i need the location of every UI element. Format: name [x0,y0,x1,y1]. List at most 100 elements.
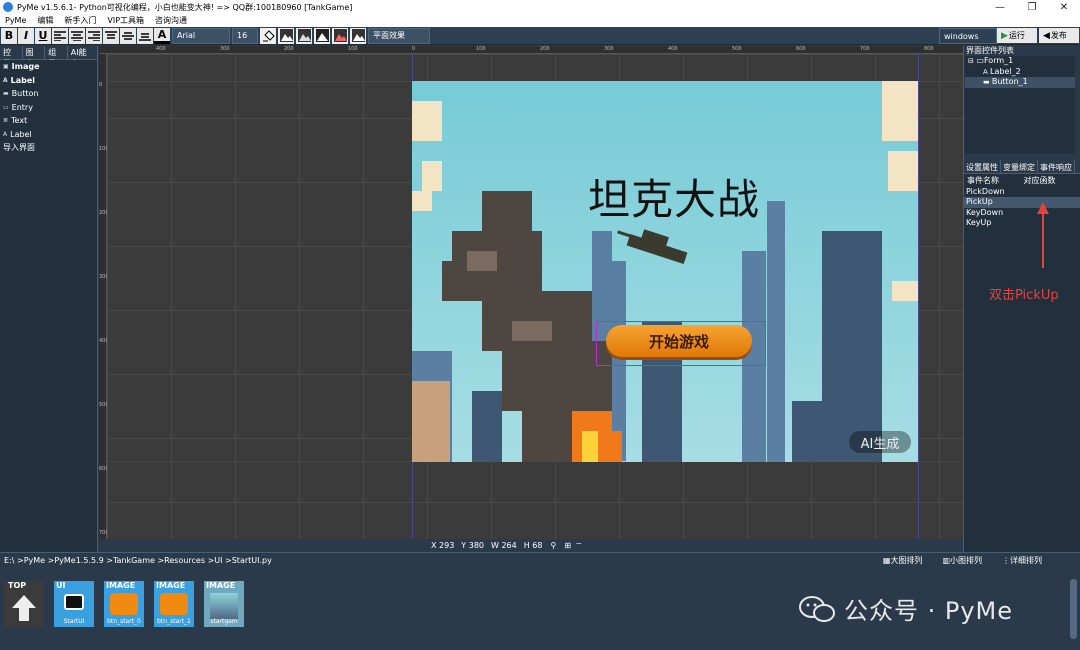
vertical-scrollbar[interactable] [1070,579,1077,639]
menu-consult[interactable]: 咨询沟通 [150,15,193,26]
wifi-icon[interactable]: ⌔ [575,541,583,551]
game-title-label[interactable]: 坦克大战 [588,166,760,227]
font-size-select[interactable]: 16 [232,27,258,44]
align-center-icon[interactable] [69,27,85,44]
expand-icon[interactable]: ⊟ [968,57,974,65]
palette-item-label-2[interactable]: A Label [0,128,97,142]
event-row-keyup[interactable]: KeyUp [964,218,1080,229]
italic-button[interactable]: I [18,27,34,44]
ruler-tick: 100 [476,46,486,52]
menu-vip-tools[interactable]: VIP工具箱 [102,15,150,26]
current-path[interactable]: E:\ >PyMe >PyMe1.5.5.9 >TankGame >Resour… [4,556,883,565]
file-top[interactable]: TOP [4,581,44,627]
font-color-button[interactable]: A [154,27,170,44]
tree-item-label: Label_2 [990,66,1021,76]
link-icon[interactable]: ⚲ [550,541,556,550]
tree-item-label2[interactable]: A Label_2 [965,67,1075,78]
ruler-left: 0 100 200 300 400 500 600 700 [99,54,109,552]
tab-charts[interactable]: 图表 [23,46,46,68]
close-button[interactable]: ✕ [1048,0,1080,14]
selection-box[interactable] [596,321,766,366]
file-name: btn_start_0 [107,618,141,625]
list-icon: ⋮ [1002,555,1010,565]
publish-button[interactable]: ◀ 发布 [1039,28,1079,43]
tree-item-form[interactable]: ⊟ ▭Form_1 [965,56,1075,67]
align-top-icon[interactable] [103,27,119,44]
mountain-effect-3-icon[interactable] [314,27,330,44]
platform-select[interactable]: windows [939,28,997,44]
title-bar: PyMe v1.5.6.1- Python可视化编程，小白也能变大神! => Q… [0,0,1080,14]
maximize-button[interactable]: ❐ [1016,0,1048,14]
layout-icon[interactable]: ⊞ [564,541,571,550]
tree-item-button1[interactable]: ▬ Button_1 [965,77,1075,88]
ruler-tick: 800 [924,46,934,52]
font-name-value: Arial [177,31,196,40]
event-row-pickup[interactable]: PickUp [964,197,1080,208]
mountain-effect-5-icon[interactable] [350,27,366,44]
mountain-effect-4-icon[interactable] [332,27,348,44]
event-row-keydown[interactable]: KeyDown [964,208,1080,219]
label-icon: A [3,130,8,138]
design-canvas[interactable]: 400 300 200 100 0 100 200 300 400 500 60… [99,46,963,552]
image-thumbnail-icon [210,593,238,619]
minimize-button[interactable]: — [984,0,1016,14]
ruler-tick: 100 [348,46,358,52]
text-icon: ≣ [3,117,9,125]
effect-select[interactable]: 平面效果 [368,27,430,44]
font-name-select[interactable]: Arial [172,27,230,44]
menu-edit[interactable]: 编辑 [32,15,59,26]
app-logo-icon [3,2,13,12]
file-type: IMAGE [206,581,236,590]
event-row-pickdown[interactable]: PickDown [964,187,1080,198]
control-list-header: 界面控件列表 [966,46,1014,55]
detail-view-button[interactable]: ⋮详细排列 [1002,555,1042,566]
palette-item-text[interactable]: ≣ Text [0,114,97,128]
file-btn-start-1[interactable]: IMAGE btn_start_1 [154,581,194,627]
palette-label: Label [10,75,36,85]
ruler-top: 400 300 200 100 0 100 200 300 400 500 60… [99,46,963,54]
tab-components[interactable]: 组件 [45,46,68,68]
file-startui[interactable]: UI StartUI [54,581,94,627]
wechat-icon [799,595,835,622]
palette-item-label[interactable]: A Label [0,74,97,88]
palette-item-entry[interactable]: ▭ Entry [0,101,97,115]
right-panel: 界面控件列表 ⊟ ▭Form_1 A Label_2 ▬ Button_1 设置… [963,46,1080,552]
align-right-icon[interactable] [86,27,102,44]
palette-label: Label [10,129,32,139]
tab-properties[interactable]: 设置属性 [964,160,1001,173]
align-bottom-icon[interactable] [137,27,153,44]
start-background-image [412,81,918,462]
align-middle-icon[interactable] [120,27,136,44]
toolbar: B I U A Arial 16 平面效果 windows ▶ 运行 ◀ 发布 [0,27,1080,45]
large-icon-view-button[interactable]: ▦大图排列 [883,555,923,566]
menu-beginner[interactable]: 新手入门 [59,15,102,26]
mountain-effect-2-icon[interactable] [296,27,312,44]
menu-pyme[interactable]: PyMe [0,16,32,25]
file-name: StartUI [63,618,85,625]
small-grid-icon: ▥ [942,555,950,565]
ruler-tick: 300 [220,46,230,52]
run-button[interactable]: ▶ 运行 [997,28,1037,43]
form-preview[interactable]: 坦克大战 开始游戏 AI生成 [412,81,918,462]
underline-button[interactable]: U [35,27,51,44]
small-icon-view-button[interactable]: ▥小图排列 [942,555,982,566]
button-icon: ▬ [983,78,992,86]
tab-controls[interactable]: 控件 [0,46,23,68]
palette-item-button[interactable]: ▬ Button [0,87,97,101]
tab-ai[interactable]: AI能力 [68,46,99,68]
align-left-icon[interactable] [52,27,68,44]
file-startgam[interactable]: IMAGE startgam [204,581,244,627]
tab-event-response[interactable]: 事件响应 [1038,160,1075,173]
palette-item-image[interactable]: ▣ Image [0,60,97,74]
bold-button[interactable]: B [1,27,17,44]
palette-label: Image [11,62,40,72]
file-btn-start-0[interactable]: IMAGE btn_start_0 [104,581,144,627]
run-icon: ▶ [1001,30,1008,41]
paint-bucket-icon[interactable] [260,27,276,44]
tab-variable-binding[interactable]: 变量绑定 [1001,160,1038,173]
file-name: btn_start_1 [157,618,191,625]
ruler-tick: 0 [99,82,103,88]
mountain-effect-1-icon[interactable] [278,27,294,44]
annotation-arrow-icon [1037,202,1049,268]
palette-item-import[interactable]: 导入界面 [0,141,97,155]
